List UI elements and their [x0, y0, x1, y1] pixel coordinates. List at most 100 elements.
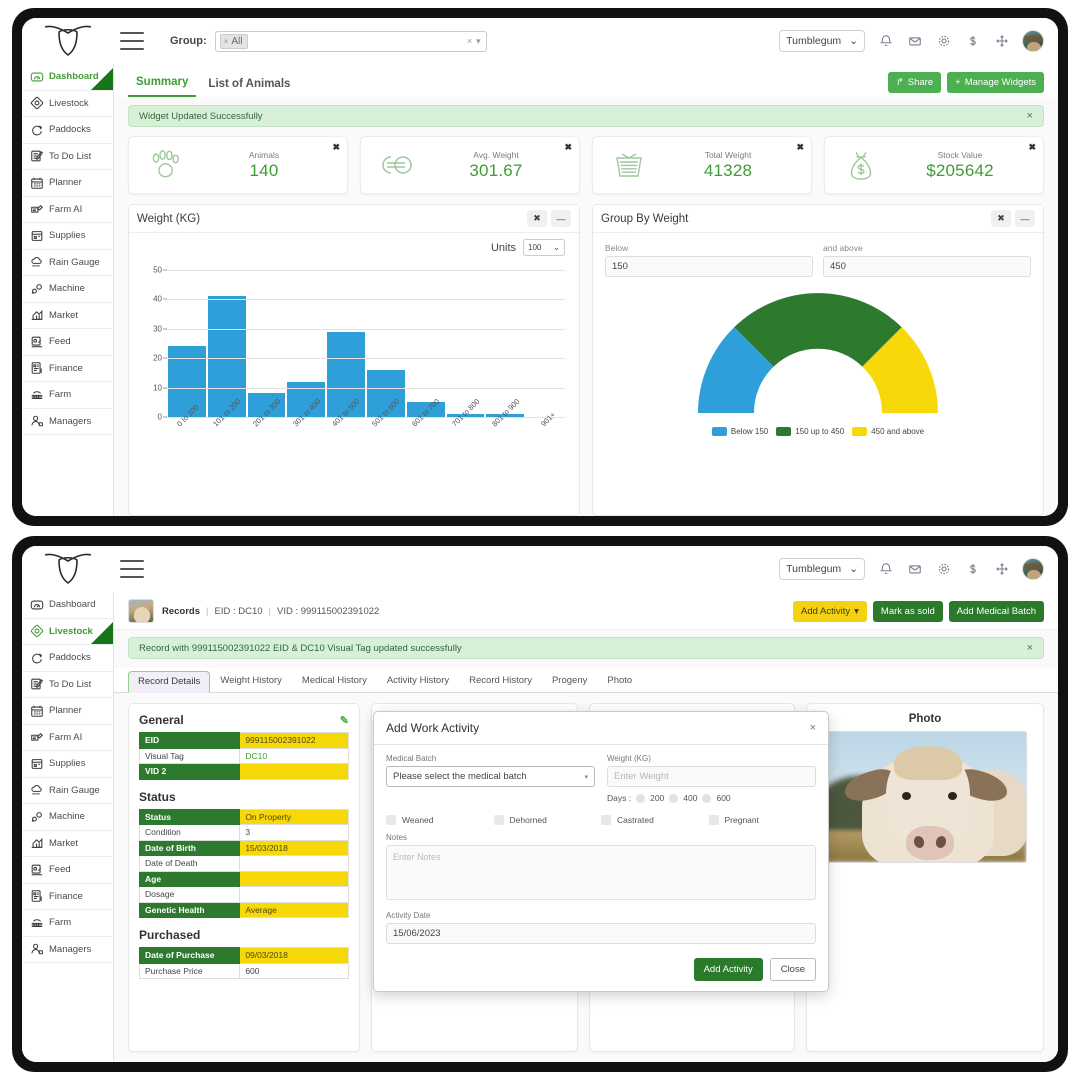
notification-bell-icon[interactable]: [877, 561, 894, 578]
manage-widgets-button[interactable]: + Manage Widgets: [947, 72, 1044, 93]
mark-as-sold-button[interactable]: Mark as sold: [872, 600, 943, 622]
animal-thumbnail[interactable]: [128, 599, 154, 623]
sidebar-item-feed[interactable]: Feed: [22, 329, 113, 356]
sidebar-item-market[interactable]: Market: [22, 303, 113, 329]
close-icon[interactable]: ✖: [1028, 142, 1036, 153]
brand-logo[interactable]: [22, 552, 114, 586]
farm-select[interactable]: Tumblegum ⌄: [779, 558, 865, 580]
weight-input[interactable]: [607, 766, 816, 787]
tab-photo[interactable]: Photo: [597, 670, 642, 692]
sidebar-item-paddocks[interactable]: Paddocks: [22, 117, 113, 144]
close-icon[interactable]: ✖: [991, 210, 1011, 227]
hamburger-menu-icon[interactable]: [120, 560, 144, 578]
mail-icon[interactable]: [906, 33, 923, 50]
tab-medical-history[interactable]: Medical History: [292, 670, 377, 692]
close-icon[interactable]: ×: [810, 722, 816, 734]
sidebar-item-machine[interactable]: Machine: [22, 804, 113, 831]
days-radio-600[interactable]: [702, 793, 712, 803]
notification-bell-icon[interactable]: [877, 33, 894, 50]
close-icon[interactable]: ✖: [332, 142, 340, 153]
share-button[interactable]: ↱ Share: [887, 72, 942, 93]
days-radio-400[interactable]: [669, 793, 679, 803]
checkbox-castrated[interactable]: Castrated: [601, 815, 709, 825]
sidebar-item-managers[interactable]: Managers: [22, 937, 113, 963]
sidebar-item-supplies[interactable]: Supplies: [22, 223, 113, 250]
sidebar-item-livestock[interactable]: Livestock: [22, 91, 113, 117]
tab-summary[interactable]: Summary: [128, 76, 197, 97]
checkbox-box[interactable]: [601, 815, 611, 825]
sidebar-item-livestock[interactable]: Livestock: [22, 619, 113, 645]
brand-logo[interactable]: [22, 24, 114, 58]
units-select[interactable]: 100 ⌄: [523, 239, 565, 256]
farm-select[interactable]: Tumblegum ⌄: [779, 30, 865, 52]
below-threshold-input[interactable]: [605, 256, 813, 277]
days-radio-200[interactable]: [636, 793, 646, 803]
sidebar-item-finance[interactable]: Finance: [22, 356, 113, 382]
cow-portrait-photo[interactable]: [823, 731, 1027, 863]
sidebar-item-finance[interactable]: Finance: [22, 884, 113, 910]
tab-activity-history[interactable]: Activity History: [377, 670, 459, 692]
user-avatar[interactable]: [1022, 558, 1044, 580]
clear-all-icon[interactable]: ×: [467, 36, 472, 46]
sidebar-item-farm[interactable]: Farm: [22, 910, 113, 937]
sidebar-item-planner[interactable]: Planner: [22, 170, 113, 197]
settings-gear-icon[interactable]: [935, 33, 952, 50]
checkbox-weaned[interactable]: Weaned: [386, 815, 494, 825]
sidebar-item-farm-ai[interactable]: Farm AI: [22, 725, 113, 751]
close-icon[interactable]: ×: [1027, 110, 1033, 122]
close-icon[interactable]: ✖: [796, 142, 804, 153]
sidebar-item-feed[interactable]: Feed: [22, 857, 113, 884]
sidebar-item-farm-ai[interactable]: Farm AI: [22, 197, 113, 223]
close-icon[interactable]: ✖: [564, 142, 572, 153]
mail-icon[interactable]: [906, 561, 923, 578]
close-icon[interactable]: ×: [1027, 642, 1033, 654]
activity-date-input[interactable]: [386, 923, 816, 944]
checkbox-box[interactable]: [493, 815, 504, 825]
sidebar-item-dashboard[interactable]: Dashboard: [22, 64, 113, 91]
tab-record-details[interactable]: Record Details: [128, 671, 211, 693]
chip-remove-icon[interactable]: ×: [224, 37, 229, 46]
checkbox-box[interactable]: [708, 815, 719, 825]
close-modal-button[interactable]: Close: [769, 958, 816, 981]
checkbox-pregnant[interactable]: Pregnant: [708, 815, 817, 825]
sidebar-item-managers[interactable]: Managers: [22, 409, 113, 435]
group-filter-select[interactable]: × All × ▾: [214, 30, 487, 52]
chart-bar[interactable]: [206, 296, 247, 417]
sidebar-item-rain-gauge[interactable]: Rain Gauge: [22, 250, 113, 276]
checkbox-dehorned[interactable]: Dehorned: [493, 815, 602, 825]
chevron-down-icon[interactable]: ▾: [476, 36, 481, 47]
hamburger-menu-icon[interactable]: [120, 32, 144, 50]
minimize-icon[interactable]: —: [551, 210, 571, 227]
currency-dollar-icon[interactable]: [964, 561, 981, 578]
chart-bar[interactable]: [167, 346, 207, 417]
pencil-edit-icon[interactable]: ✎: [340, 714, 349, 727]
minimize-icon[interactable]: —: [1015, 210, 1035, 227]
sidebar-item-to-do-list[interactable]: To Do List: [22, 144, 113, 170]
notes-textarea[interactable]: [386, 845, 816, 900]
sidebar-item-supplies[interactable]: Supplies: [22, 751, 113, 778]
sidebar-item-dashboard[interactable]: Dashboard: [22, 592, 113, 619]
expand-arrows-icon[interactable]: [993, 33, 1010, 50]
add-activity-button[interactable]: Add Activity ▾: [793, 600, 867, 622]
settings-gear-icon[interactable]: [935, 561, 952, 578]
close-icon[interactable]: ✖: [527, 210, 547, 227]
sidebar-item-planner[interactable]: Planner: [22, 698, 113, 725]
tab-record-history[interactable]: Record History: [459, 670, 542, 692]
submit-add-activity-button[interactable]: Add Activity: [693, 958, 763, 981]
sidebar-item-farm[interactable]: Farm: [22, 382, 113, 409]
user-avatar[interactable]: [1022, 30, 1044, 52]
sidebar-item-market[interactable]: Market: [22, 831, 113, 857]
sidebar-item-to-do-list[interactable]: To Do List: [22, 672, 113, 698]
add-medical-batch-button[interactable]: Add Medical Batch: [948, 600, 1044, 622]
sidebar-item-paddocks[interactable]: Paddocks: [22, 645, 113, 672]
tab-list-of-animals[interactable]: List of Animals: [200, 78, 298, 97]
above-threshold-input[interactable]: [823, 256, 1031, 277]
currency-dollar-icon[interactable]: [964, 33, 981, 50]
sidebar-item-rain-gauge[interactable]: Rain Gauge: [22, 778, 113, 804]
tab-progeny[interactable]: Progeny: [542, 670, 597, 692]
checkbox-box[interactable]: [386, 815, 396, 825]
group-chip[interactable]: × All: [219, 33, 249, 49]
medical-batch-select[interactable]: Please select the medical batch ▾: [386, 766, 595, 787]
expand-arrows-icon[interactable]: [993, 561, 1010, 578]
sidebar-item-machine[interactable]: Machine: [22, 276, 113, 303]
